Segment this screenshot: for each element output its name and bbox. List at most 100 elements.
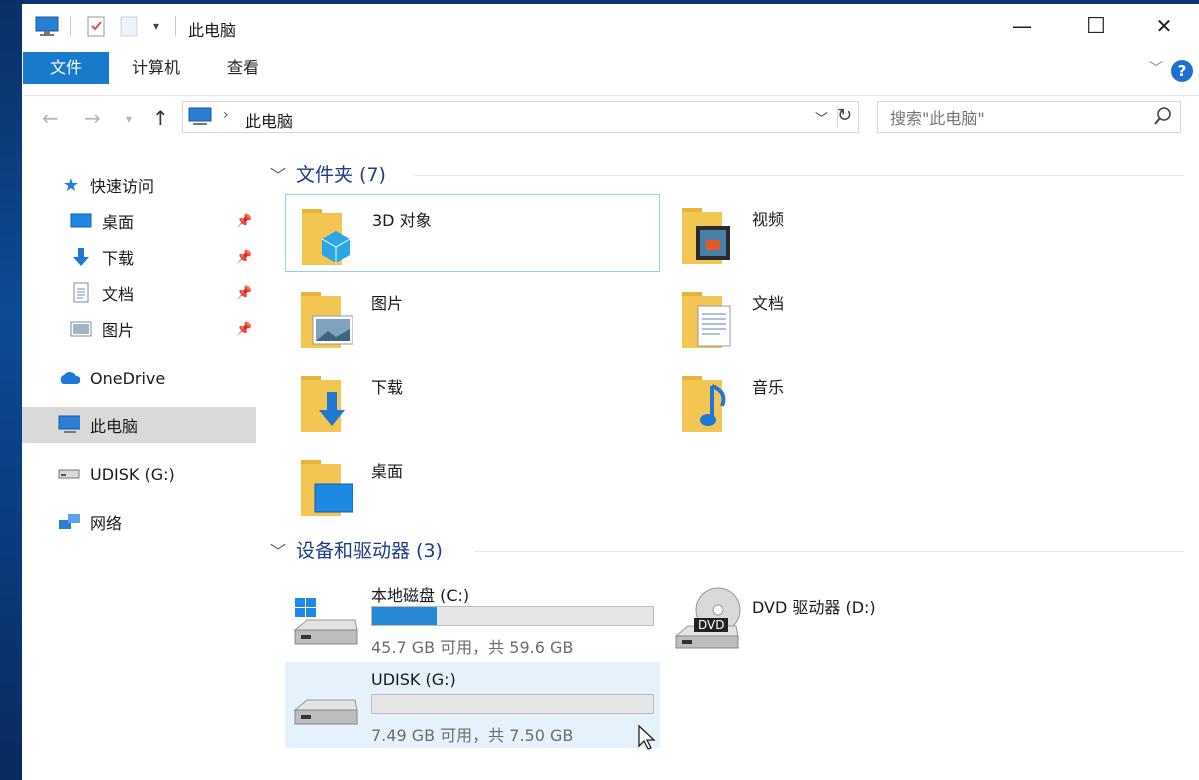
folder-music-icon (682, 370, 734, 434)
folder-name: 3D 对象 (372, 211, 432, 230)
sidebar-item-label: 快速访问 (90, 177, 155, 196)
drive-name: UDISK (G:) (371, 670, 456, 689)
folder-name: 下载 (371, 378, 404, 397)
expand-ribbon-icon[interactable]: ﹀ (1149, 58, 1163, 78)
file-explorer-window: ▾ 此电脑 — ☐ ✕ 文件 计算机 查看 ﹀ ? ← → ▾ ↑ › 此电脑 … (22, 4, 1199, 780)
breadcrumb[interactable]: 此电脑 (245, 108, 293, 132)
folder-downloads[interactable]: 下载 (285, 362, 660, 440)
folder-desktop-icon (301, 454, 354, 518)
dvd-badge: DVD (694, 618, 729, 632)
sidebar-item-documents[interactable]: 文档 📌 (22, 275, 256, 311)
drive-name: 本地磁盘 (C:) (371, 586, 470, 605)
navigation-pane: ★ 快速访问 桌面 📌 下载 📌 文档 📌 图片 📌 OneDrive 此电脑 … (22, 164, 258, 780)
customize-quick-access-icon[interactable]: ▾ (146, 12, 166, 40)
help-button[interactable]: ? (1171, 60, 1193, 82)
up-arrow-icon[interactable]: ↑ (152, 106, 169, 130)
folder-document-icon (682, 286, 734, 350)
folder-documents[interactable]: 文档 (666, 278, 1041, 356)
folder-pictures[interactable]: 图片 (285, 278, 660, 356)
folder-name: 文档 (752, 294, 785, 313)
close-button[interactable]: ✕ (1130, 4, 1198, 48)
folder-name: 图片 (371, 294, 404, 313)
maximize-button[interactable]: ☐ (1062, 4, 1130, 48)
sidebar-item-onedrive[interactable]: OneDrive (22, 360, 256, 396)
search-input[interactable] (888, 106, 1142, 130)
sidebar-item-desktop[interactable]: 桌面 📌 (22, 203, 256, 239)
drive-space: 7.49 GB 可用，共 7.50 GB (371, 726, 574, 745)
usb-drive-icon (58, 464, 80, 484)
mouse-cursor-icon (637, 724, 657, 756)
sidebar-item-label: 网络 (90, 514, 123, 533)
folder-music[interactable]: 音乐 (666, 362, 1041, 440)
address-bar[interactable]: › 此电脑 ﹀ ↻ (182, 101, 859, 133)
new-folder-icon[interactable] (116, 12, 142, 40)
chevron-down-icon: ﹀ (270, 165, 287, 185)
search-box[interactable] (877, 101, 1181, 133)
folder-download-icon (301, 370, 353, 434)
picture-icon (70, 319, 92, 339)
folder-picture-icon (301, 286, 354, 350)
drives-group-header[interactable]: ﹀ 设备和驱动器 (3) (270, 536, 443, 563)
tab-file[interactable]: 文件 (23, 52, 109, 84)
usb-drive-icon (293, 698, 359, 732)
drive-name: DVD 驱动器 (D:) (752, 598, 876, 617)
network-icon (58, 512, 80, 532)
download-arrow-icon (70, 247, 92, 267)
cloud-icon (58, 368, 80, 388)
desktop-background (0, 0, 22, 780)
refresh-icon[interactable]: ↻ (837, 105, 852, 126)
drive-usage-bar (371, 694, 654, 714)
back-arrow-icon[interactable]: ← (42, 106, 59, 130)
forward-arrow-icon[interactable]: → (84, 106, 101, 130)
sidebar-item-label: 图片 (102, 321, 135, 340)
address-dropdown-icon[interactable]: ﹀ (815, 108, 828, 127)
tab-computer[interactable]: 计算机 (118, 52, 194, 84)
window-title: 此电脑 (188, 21, 237, 40)
computer-icon (187, 107, 213, 131)
chevron-down-icon: ﹀ (270, 541, 287, 561)
properties-icon[interactable] (82, 12, 110, 40)
sidebar-item-quick-access[interactable]: ★ 快速访问 (22, 167, 256, 203)
folder-3d-objects[interactable]: 3D 对象 (285, 194, 660, 272)
drive-usage-bar (371, 606, 654, 626)
drive-c[interactable]: 本地磁盘 (C:) 45.7 GB 可用，共 59.6 GB (285, 574, 660, 660)
pin-icon[interactable]: 📌 (236, 322, 252, 337)
sidebar-item-label: UDISK (G:) (90, 464, 175, 484)
folder-3d-icon (302, 203, 354, 267)
folders-group-header[interactable]: ﹀ 文件夹 (7) (270, 160, 386, 187)
folder-name: 视频 (752, 210, 785, 229)
pin-icon[interactable]: 📌 (236, 214, 252, 229)
folder-video-icon (682, 202, 734, 266)
folder-desktop[interactable]: 桌面 (285, 446, 660, 524)
tab-view[interactable]: 查看 (212, 52, 274, 84)
drive-space: 45.7 GB 可用，共 59.6 GB (371, 638, 574, 657)
desktop-icon (70, 211, 92, 231)
sidebar-item-this-pc[interactable]: 此电脑 (22, 407, 256, 443)
ribbon-tabs: 文件 计算机 查看 ﹀ ? (22, 52, 1199, 86)
minimize-button[interactable]: — (988, 4, 1056, 48)
star-icon: ★ (62, 174, 80, 196)
breadcrumb-chevron-icon[interactable]: › (223, 107, 229, 123)
computer-icon (32, 12, 62, 40)
pin-icon[interactable]: 📌 (236, 250, 252, 265)
drive-d[interactable]: DVD DVD 驱动器 (D:) (666, 574, 1041, 660)
sidebar-item-udisk[interactable]: UDISK (G:) (22, 456, 256, 492)
drive-g[interactable]: UDISK (G:) 7.49 GB 可用，共 7.50 GB (285, 662, 660, 748)
pin-icon[interactable]: 📌 (236, 286, 252, 301)
folder-videos[interactable]: 视频 (666, 194, 1041, 272)
recent-locations-icon[interactable]: ▾ (126, 112, 132, 126)
document-icon (70, 282, 92, 303)
dvd-drive-icon: DVD (674, 584, 742, 654)
windows-drive-icon (293, 596, 359, 654)
search-icon[interactable] (1154, 106, 1172, 130)
sidebar-item-network[interactable]: 网络 (22, 504, 256, 540)
sidebar-item-label: 此电脑 (90, 417, 139, 436)
computer-icon (58, 415, 80, 435)
folders-heading: 文件夹 (7) (296, 164, 386, 186)
folder-name: 桌面 (371, 462, 404, 481)
sidebar-item-downloads[interactable]: 下载 📌 (22, 239, 256, 275)
sidebar-item-label: 下载 (102, 249, 135, 268)
drives-heading: 设备和驱动器 (3) (296, 540, 443, 562)
sidebar-item-label: 桌面 (102, 213, 135, 232)
sidebar-item-pictures[interactable]: 图片 📌 (22, 311, 256, 347)
